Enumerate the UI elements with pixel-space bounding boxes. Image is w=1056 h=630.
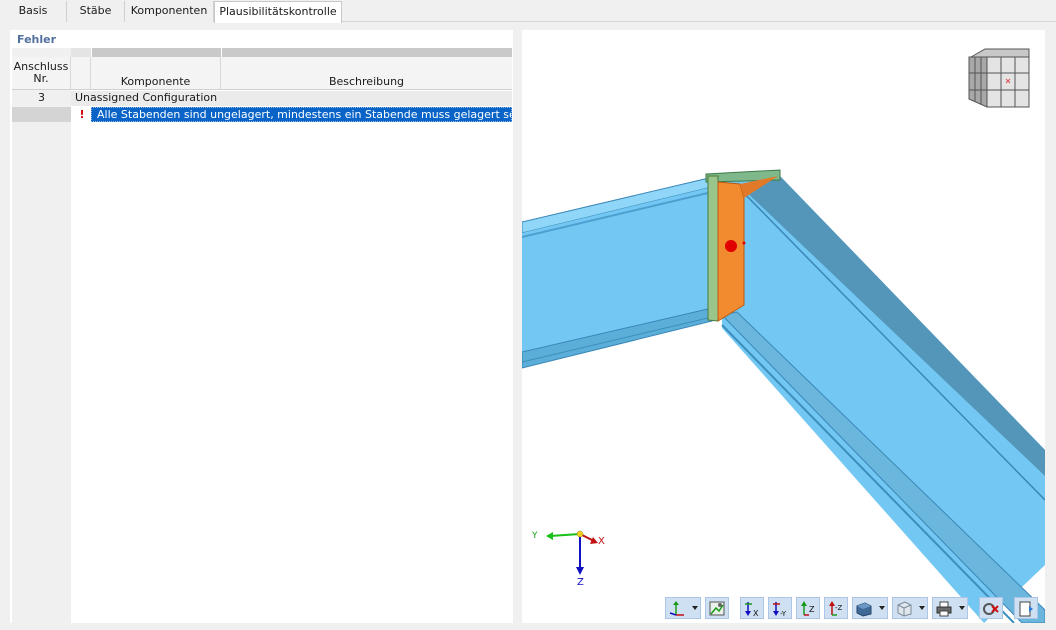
view-x-button[interactable]: X (740, 597, 764, 619)
errors-panel: Fehler Anschluss Nr. Komponente Beschrei… (10, 30, 513, 623)
render-settings-button[interactable] (705, 597, 729, 619)
tab-staebe[interactable]: Stäbe (67, 1, 125, 22)
exit-view-button[interactable] (1014, 597, 1038, 619)
header-group-bar (71, 48, 91, 57)
header-group-bar (92, 48, 221, 57)
3d-model-view[interactable] (522, 30, 1045, 623)
column-header-anschluss[interactable]: Anschluss Nr. (12, 57, 71, 90)
error-exclamation-icon: ! (79, 108, 85, 121)
axes-icon (669, 601, 684, 616)
anschluss-number: 3 (38, 91, 45, 104)
wireframe-box-icon (897, 601, 912, 617)
svg-text:-Y: -Y (780, 610, 787, 618)
group-row-label[interactable]: Unassigned Configuration (71, 91, 512, 106)
svg-text:Z: Z (809, 605, 815, 614)
reset-view-button[interactable] (979, 597, 1003, 619)
printer-icon (936, 601, 952, 617)
section-title-fehler: Fehler (17, 33, 57, 46)
error-message-cell[interactable]: Alle Stabenden sind ungelagert, mindeste… (91, 107, 512, 122)
tab-bar: Basis Stäbe Komponenten Plausibilitätsko… (0, 0, 1056, 23)
left-beam (522, 177, 713, 369)
view-minus-z-button[interactable]: -Z (824, 597, 848, 619)
view-z-icon: Z (801, 601, 815, 616)
wireframe-dropdown-button[interactable] (892, 597, 928, 619)
reset-view-icon (983, 603, 999, 615)
errors-table: Anschluss Nr. Komponente Beschreibung 3 … (12, 48, 512, 623)
display-mode-dropdown-button[interactable] (852, 597, 888, 619)
exit-view-icon (1019, 601, 1033, 617)
axis-triad-icon (546, 530, 598, 575)
render-settings-icon (709, 601, 725, 616)
column-header-komponente[interactable]: Komponente (91, 57, 221, 90)
tab-basis[interactable]: Basis (0, 1, 67, 22)
view-minus-y-icon: -Y (773, 602, 787, 618)
column-header-icon[interactable] (71, 57, 91, 90)
print-dropdown-button[interactable] (932, 597, 968, 619)
view-x-icon: X (745, 602, 759, 618)
header-group-bar (222, 48, 512, 57)
axis-label-x: X (598, 536, 605, 547)
row-header-column (12, 48, 71, 623)
view-z-button[interactable]: Z (796, 597, 820, 619)
tab-komponenten[interactable]: Komponenten (125, 1, 214, 22)
solid-display-icon (856, 602, 872, 617)
error-marker[interactable] (725, 240, 737, 252)
right-beam (721, 176, 1045, 623)
3d-view-panel[interactable]: Y X Z X -Y Z -Z (522, 30, 1045, 623)
table-row-header[interactable] (12, 107, 71, 122)
tab-plausibilitaetskontrolle[interactable]: Plausibilitätskontrolle (214, 1, 342, 23)
view-cube-icon[interactable] (968, 48, 1030, 108)
svg-text:X: X (753, 609, 759, 618)
axis-view-dropdown-button[interactable] (665, 597, 701, 619)
column-header-beschreibung[interactable]: Beschreibung (221, 57, 512, 90)
axis-label-y: Y (532, 531, 538, 541)
view-minus-z-icon: -Z (829, 601, 843, 616)
svg-text:-Z: -Z (835, 604, 843, 612)
view-minus-y-button[interactable]: -Y (768, 597, 792, 619)
axis-label-z: Z (577, 577, 584, 588)
